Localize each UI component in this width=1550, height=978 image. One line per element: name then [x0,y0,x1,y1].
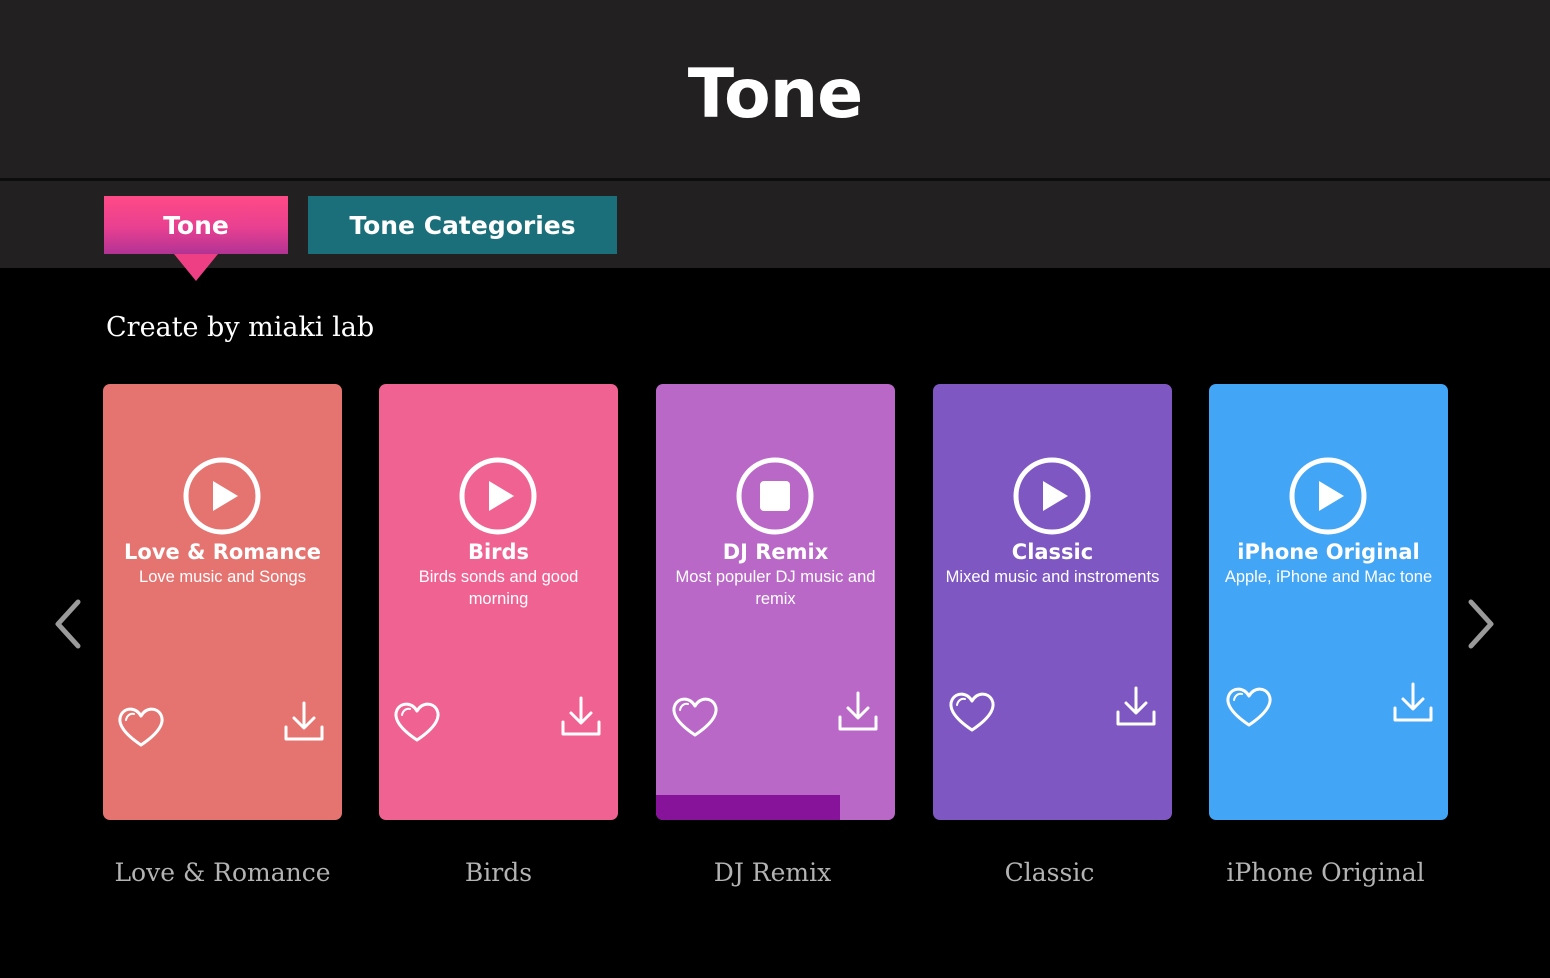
tone-card[interactable]: Love & Romance Love music and Songs [103,384,342,820]
card-caption[interactable]: Birds [379,858,618,887]
card-description: Birds sonds and good morning [418,568,579,608]
tone-card[interactable]: Birds Birds sonds and good morning [379,384,618,820]
playback-progress-bar[interactable] [656,795,841,820]
card-title: iPhone Original [1237,540,1420,564]
chevron-right-icon[interactable] [1465,596,1497,652]
download-icon[interactable] [1391,680,1435,724]
card-description: Love music and Songs [139,568,306,586]
tone-card[interactable]: iPhone Original Apple, iPhone and Mac to… [1209,384,1448,820]
play-icon[interactable] [1012,456,1092,536]
card-description: Most populer DJ music and remix [675,568,876,608]
tab-tone[interactable]: Tone [104,196,288,254]
card-title: Classic [1011,540,1094,564]
download-icon[interactable] [836,689,880,733]
page-subtitle: Create by miaki lab [106,312,375,343]
card-caption[interactable]: Love & Romance [103,858,342,887]
card-caption[interactable]: iPhone Original [1206,858,1445,887]
card-title: DJ Remix [722,540,829,564]
download-icon[interactable] [282,699,326,743]
card-description: Mixed music and instroments [945,568,1160,586]
card-caption[interactable]: Classic [930,858,1169,887]
tone-card[interactable]: DJ Remix Most populer DJ music and remix [656,384,895,820]
play-icon[interactable] [1288,456,1368,536]
download-icon[interactable] [559,694,603,738]
card-title: Love & Romance [124,540,321,564]
card-description: Apple, iPhone and Mac tone [1224,568,1433,586]
active-tab-pointer [174,254,218,281]
card-title: Birds [467,540,530,564]
play-icon[interactable] [458,456,538,536]
chevron-left-icon[interactable] [52,596,84,652]
heart-icon[interactable] [392,699,442,743]
card-caption[interactable]: DJ Remix [653,858,892,887]
heart-icon[interactable] [1224,684,1274,728]
tone-card[interactable]: Classic Mixed music and instroments [933,384,1172,820]
heart-icon[interactable] [947,689,997,733]
download-icon[interactable] [1114,684,1158,728]
app-title: Tone [687,55,864,134]
heart-icon[interactable] [670,694,720,738]
stop-icon[interactable] [735,456,815,536]
play-icon[interactable] [182,456,262,536]
tab-tone-categories[interactable]: Tone Categories [308,196,617,254]
heart-icon[interactable] [116,704,166,748]
